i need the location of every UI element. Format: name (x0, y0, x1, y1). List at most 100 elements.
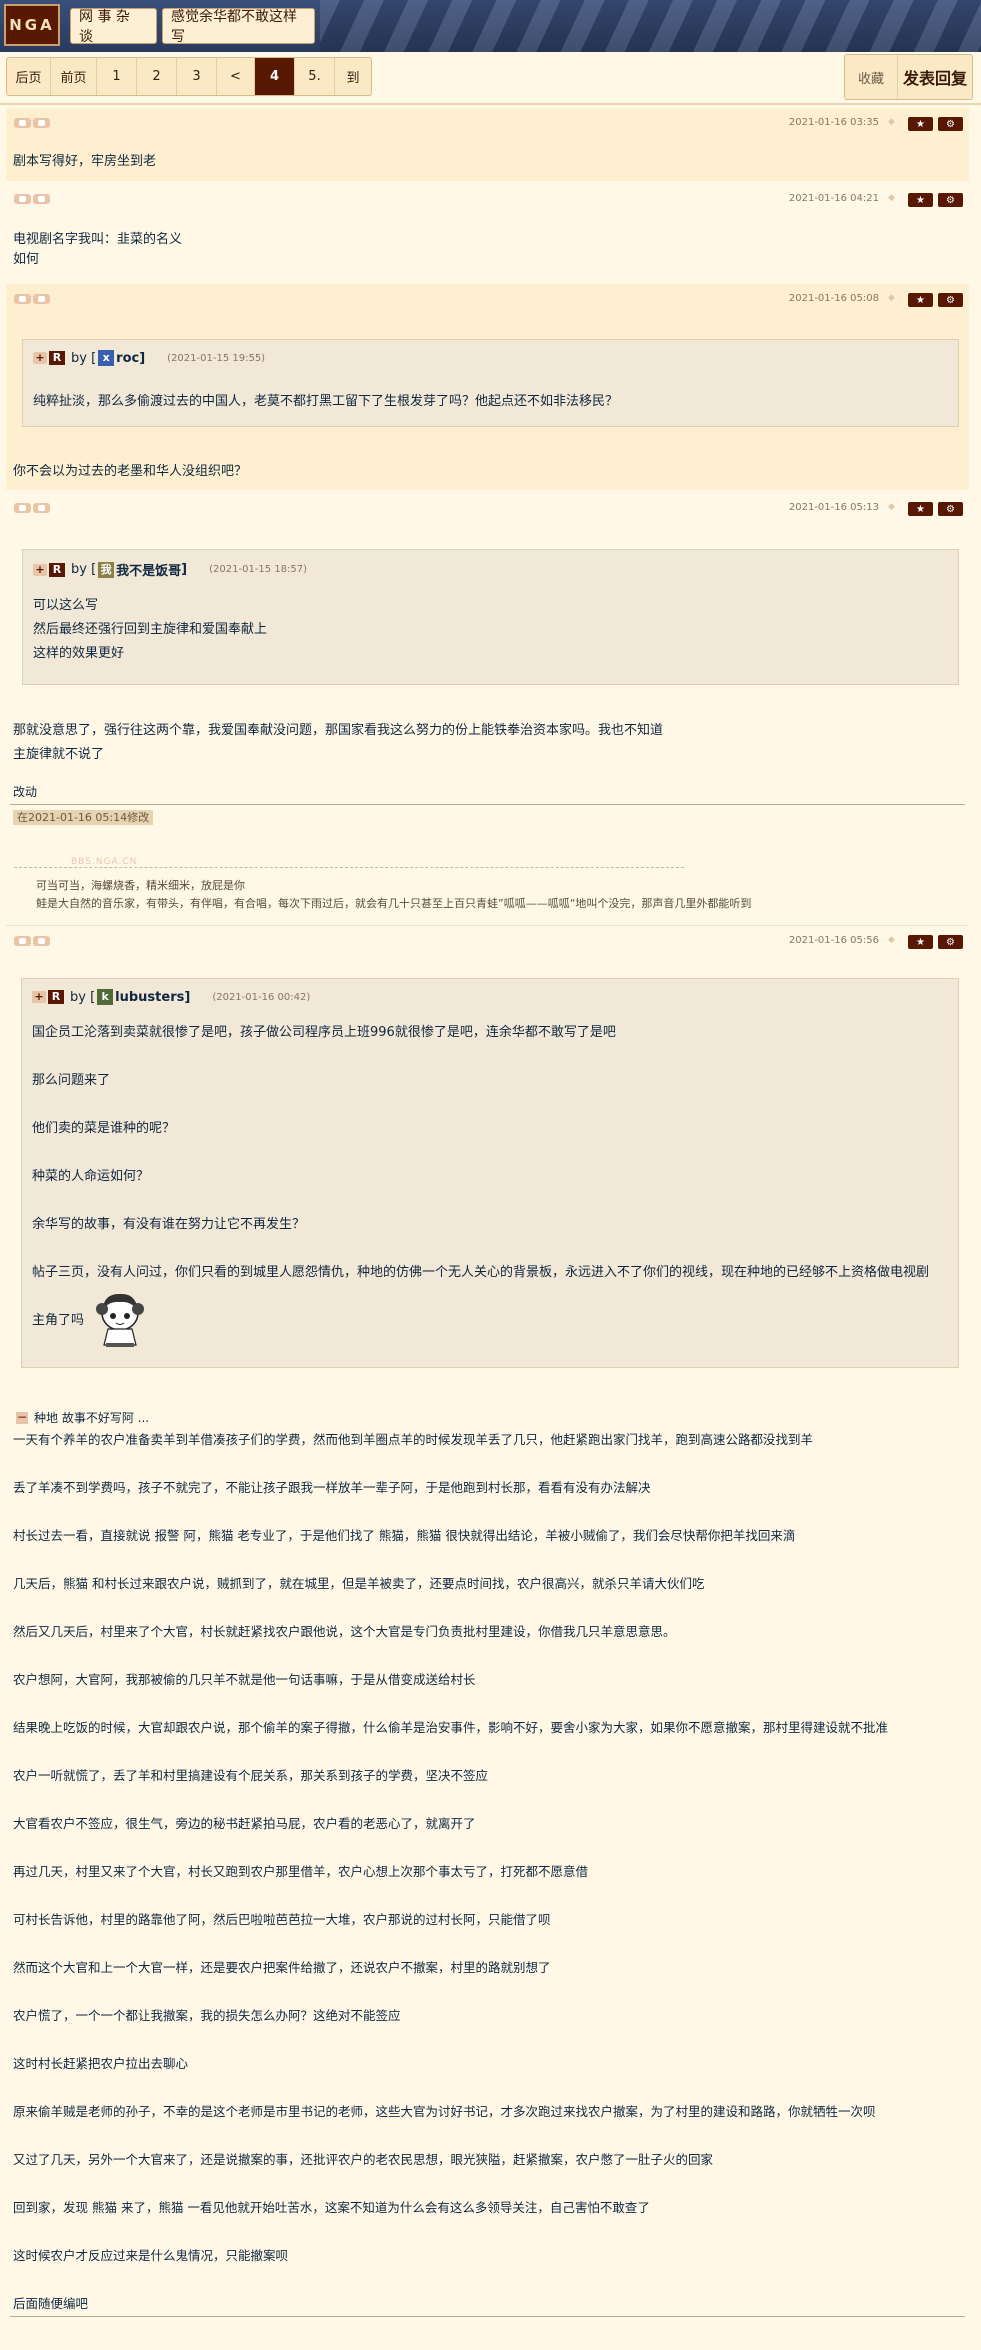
quote-text-line: 国企员工沦落到卖菜就很惨了是吧，孩子做公司程序员上班996就很惨了是吧，连余华都… (32, 1025, 616, 1040)
star-icon[interactable]: ★ (908, 293, 933, 307)
post-time: 2021-01-16 05:08 (788, 293, 879, 304)
user-avatar[interactable]: x (98, 350, 115, 366)
breadcrumb-thread[interactable]: 感觉余华都不敢这样写 (162, 8, 315, 45)
settings-icon[interactable]: ⚙ (938, 117, 963, 131)
post-text-line: 那就没意思了，强行往这两个靠，我爱国奉献没问题，那国家看我这么努力的份上能铁拳治… (13, 723, 664, 738)
nga-logo[interactable]: NGA (4, 4, 60, 46)
reply-tag[interactable]: + R (32, 990, 64, 1004)
quote-text-line: 那么问题来了 (32, 1073, 111, 1088)
post-text-line: 剧本写得好，牢房坐到老 (13, 154, 157, 169)
page-1-button[interactable]: 1 (97, 58, 137, 95)
quote-text-line: 他们卖的菜是谁种的呢？ (32, 1121, 176, 1136)
post-text-line: 村长过去一看，直接就说 报警 阿，熊猫 老专业了，于是他们找了 熊猫，熊猫 很快… (13, 1528, 796, 1543)
breadcrumb-forum[interactable]: 网 事 杂 谈 (70, 8, 157, 45)
quote-date: (2021-01-15 19:55) (167, 352, 266, 364)
post-reply-button[interactable]: 发表回复 (898, 55, 972, 99)
edit-note: 在2021-01-16 05:14修改 (13, 810, 154, 825)
quote-text-line: 帖子三页，没有人问过，你们只看的到城里人愿怨情仇，种地的仿佛一个无人关心的背景板… (32, 1265, 930, 1280)
reply-tag[interactable]: + R (33, 562, 65, 577)
post-text-line: 这时候农户才反应过来是什么鬼情况，只能撤案呗 (13, 2248, 289, 2263)
vote-icons[interactable] (14, 936, 50, 946)
post-text-line: 又过了几天，另外一个大官来了，还是说撤案的事，还批评农户的老农民思想，眼光狭隘，… (13, 2152, 714, 2167)
post-time: 2021-01-16 05:13 (788, 502, 879, 513)
thread-actions: 收藏 发表回复 (844, 54, 973, 100)
quote-block: + R by [我我不是饭哥] (2021-01-15 18:57) 可以这么写 … (22, 549, 959, 685)
thumb-up-icon[interactable] (14, 503, 31, 513)
quote-user[interactable]: lubusters (115, 990, 184, 1005)
diamond-icon: ◆ (888, 935, 895, 945)
post-time: 2021-01-16 05:56 (788, 935, 879, 946)
vote-icons[interactable] (14, 118, 50, 128)
page-last-button[interactable]: 后页 (7, 58, 51, 95)
star-icon[interactable]: ★ (908, 935, 933, 949)
thumb-down-icon[interactable] (33, 294, 50, 304)
by-label: by [ (70, 989, 96, 1005)
post-time: 2021-01-16 04:21 (788, 193, 879, 204)
page-first-button[interactable]: 前页 (51, 58, 97, 95)
settings-icon[interactable]: ⚙ (938, 935, 963, 949)
post-text-line: 结果晚上吃饭的时候，大官却跟农户说，那个偷羊的案子得撤，什么偷羊是治安事件，影响… (13, 1720, 889, 1735)
page-2-button[interactable]: 2 (137, 58, 177, 95)
post-text-line: 农户一听就慌了，丢了羊和村里搞建设有个屁关系，那关系到孩子的学费，坚决不签应 (13, 1768, 489, 1783)
star-icon[interactable]: ★ (908, 193, 933, 207)
favorite-button[interactable]: 收藏 (845, 55, 898, 99)
anime-sticker-image (96, 1293, 144, 1347)
post-text-line: 这时村长赶紧把农户拉出去聊心 (13, 2056, 189, 2071)
quote-user[interactable]: 我不是饭哥 (116, 560, 181, 579)
quote-user[interactable]: roc (116, 351, 139, 366)
post-text-line: 农户想阿，大官阿，我那被偷的几只羊不就是他一句话事嘛，于是从借变成送给村长 (13, 1672, 476, 1687)
signature-divider (14, 867, 684, 868)
thumb-up-icon[interactable] (14, 194, 31, 204)
post-meta: 2021-01-16 05:56 ◆ ★ ⚙ (6, 926, 969, 954)
collapse-toggle[interactable]: − 种地 故事不好写阿 ... (16, 1409, 149, 1426)
quote-header: + R by [我我不是饭哥] (2021-01-15 18:57) (33, 560, 307, 579)
page-3-button[interactable]: 3 (177, 58, 217, 95)
settings-icon[interactable]: ⚙ (938, 293, 963, 307)
thumb-down-icon[interactable] (33, 194, 50, 204)
settings-icon[interactable]: ⚙ (938, 193, 963, 207)
post-text-line: 原来偷羊贼是老师的孙子，不幸的是这个老师是市里书记的老师，这些大官为讨好书记，才… (13, 2104, 876, 2119)
quote-date: (2021-01-15 18:57) (209, 564, 308, 575)
star-icon[interactable]: ★ (908, 117, 933, 131)
thumb-down-icon[interactable] (33, 118, 50, 128)
thumb-up-icon[interactable] (14, 118, 31, 128)
post-2: 2021-01-16 04:21 ◆ ★ ⚙ 电视剧名字我叫：韭菜的名义 如何 (6, 184, 969, 282)
post-text-line: 你不会以为过去的老墨和华人没组织吧？ (13, 464, 248, 479)
page-goto-button[interactable]: 到 (335, 58, 371, 95)
star-icon[interactable]: ★ (908, 502, 933, 516)
page-4-current[interactable]: 4 (255, 58, 295, 95)
post-text-line: 如何 (13, 252, 40, 267)
pagination: 后页 前页 1 2 3 < 4 5. 到 (6, 57, 372, 96)
diamond-icon: ◆ (888, 193, 895, 203)
post-text-line: 几天后，熊猫 和村长过来跟农户说，贼抓到了，就在城里，但是羊被卖了，还要点时间找… (13, 1576, 705, 1591)
post-text-line: 后面随便编吧 (13, 2296, 89, 2311)
quote-block: + R by [x roc] (2021-01-15 19:55) 纯粹扯淡，那么多… (22, 339, 959, 427)
post-text-line: 丢了羊凑不到学费吗，孩子不就完了，不能让孩子跟我一样放羊一辈子阿，于是他跑到村长… (13, 1480, 651, 1495)
vote-icons[interactable] (14, 194, 50, 204)
collapse-title: 种地 故事不好写阿 ... (34, 1411, 150, 1425)
thumb-down-icon[interactable] (33, 936, 50, 946)
vote-icons[interactable] (14, 503, 50, 513)
post-text-line: 农户慌了，一个一个都让我撤案，我的损失怎么办阿？这绝对不能签应 (13, 2008, 401, 2023)
user-avatar[interactable]: k (97, 989, 114, 1005)
post-meta: 2021-01-16 05:13 ◆ ★ ⚙ (6, 493, 969, 521)
settings-icon[interactable]: ⚙ (938, 502, 963, 516)
post-text-line: 一天有个养羊的农户准备卖羊到羊借凑孩子们的学费，然而他到羊圈点羊的时候发现羊丢了… (13, 1432, 814, 1447)
page-prev-button[interactable]: < (217, 58, 255, 95)
post-end-divider (10, 2316, 965, 2317)
post-text-line: 然而这个大官和上一个大官一样，还是要农户把案件给撤了，还说农户不撤案，村里的路就… (13, 1960, 551, 1975)
reply-tag[interactable]: + R (33, 351, 65, 365)
edit-divider (10, 804, 965, 805)
thumb-up-icon[interactable] (14, 936, 31, 946)
thumb-up-icon[interactable] (14, 294, 31, 304)
diamond-icon: ◆ (888, 117, 895, 127)
post-text-line: 再过几天，村里又来了个大官，村长又跑到农户那里借羊，农户心想上次那个事太亏了，打… (13, 1864, 589, 1879)
page-5-button[interactable]: 5. (295, 58, 335, 95)
user-avatar[interactable]: 我 (98, 561, 115, 578)
collapse-minus-icon[interactable]: − (16, 1411, 28, 1424)
vote-icons[interactable] (14, 294, 50, 304)
thumb-down-icon[interactable] (33, 503, 50, 513)
post-meta: 2021-01-16 03:35 ◆ ★ ⚙ (6, 108, 969, 136)
post-3: 2021-01-16 05:08 ◆ ★ ⚙ + R by [x roc] (202… (6, 284, 969, 490)
signature-line: 可当可当，海螺烧香，精米细米，放屁是你 (36, 879, 245, 892)
